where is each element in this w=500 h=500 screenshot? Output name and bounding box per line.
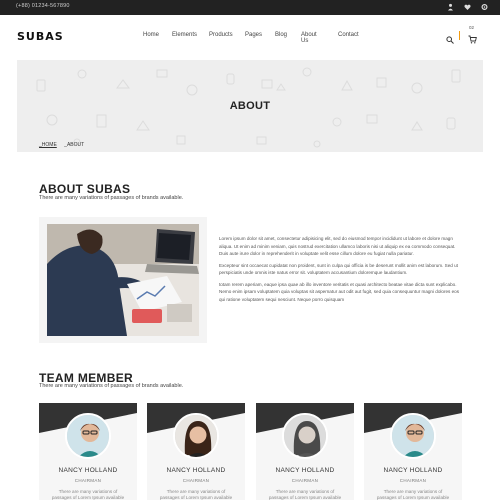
site-logo[interactable]: SUBAS [17,30,64,43]
logo-text: SUBAS [17,30,64,43]
member-desc: There are many variations of passages of… [159,489,233,500]
member-role: CHAIRMAN [291,478,319,483]
member-photo [65,413,111,459]
phone-number: (+88) 01234-567890 [16,3,70,9]
search-icon[interactable] [446,31,454,44]
nav-contact[interactable]: Contact [338,32,359,38]
about-paragraph: Excepteur sint occaecat cupidatat non pr… [219,262,458,276]
about-heading: ABOUT SUBAS [39,182,131,196]
site-header: SUBAS Home Elements Products Pages Blog … [0,15,500,60]
member-name: NANCY HOLLAND [275,467,335,474]
member-photo [282,413,328,459]
gear-icon[interactable] [481,3,488,11]
team-card[interactable]: NANCY HOLLAND CHAIRMAN There are many va… [147,403,245,500]
user-icon[interactable] [447,3,454,11]
cart-icon[interactable] [468,31,477,44]
breadcrumb-home[interactable]: _HOME [39,142,57,148]
nav-about-us[interactable]: About Us [301,32,317,44]
team-subtitle: There are many variations of passages of… [39,383,184,389]
member-name: NANCY HOLLAND [58,467,118,474]
header-divider [459,31,460,40]
member-desc: There are many variations of passages of… [51,489,125,500]
nav-products[interactable]: Products [209,32,233,38]
top-bar: (+88) 01234-567890 [0,0,500,15]
nav-home[interactable]: Home [143,32,159,38]
member-photo [390,413,436,459]
heart-icon[interactable] [464,3,471,11]
member-role: CHAIRMAN [74,478,102,483]
about-text: Lorem ipsum dolor sit amet, consectetur … [219,235,463,307]
about-paragraph: totam rerem aperiam, eaque ipsa quae ab … [219,281,460,302]
page-title: ABOUT [229,100,271,112]
member-photo [173,413,219,459]
about-office-image [47,224,199,336]
page-banner: ABOUT _HOME _ABOUT [17,60,483,152]
team-card[interactable]: NANCY HOLLAND CHAIRMAN There are many va… [256,403,354,500]
member-desc: There are many variations of passages of… [376,489,450,500]
team-card[interactable]: NANCY HOLLAND CHAIRMAN There are many va… [364,403,462,500]
team-card[interactable]: NANCY HOLLAND CHAIRMAN There are many va… [39,403,137,500]
about-subtitle: There are many variations of passages of… [39,195,184,201]
about-image-frame [39,217,207,343]
member-desc: There are many variations of passages of… [268,489,342,500]
breadcrumb: _HOME _ABOUT [39,142,90,148]
member-role: CHAIRMAN [182,478,210,483]
cart-count-badge: 02 [469,25,475,30]
about-paragraph: Lorem ipsum dolor sit amet, consectetur … [219,236,456,256]
breadcrumb-current: _ABOUT [64,142,85,148]
member-role: CHAIRMAN [399,478,427,483]
member-name: NANCY HOLLAND [383,467,443,474]
member-name: NANCY HOLLAND [166,467,226,474]
nav-pages[interactable]: Pages [245,32,262,38]
nav-blog[interactable]: Blog [275,32,287,38]
nav-elements[interactable]: Elements [172,32,197,38]
